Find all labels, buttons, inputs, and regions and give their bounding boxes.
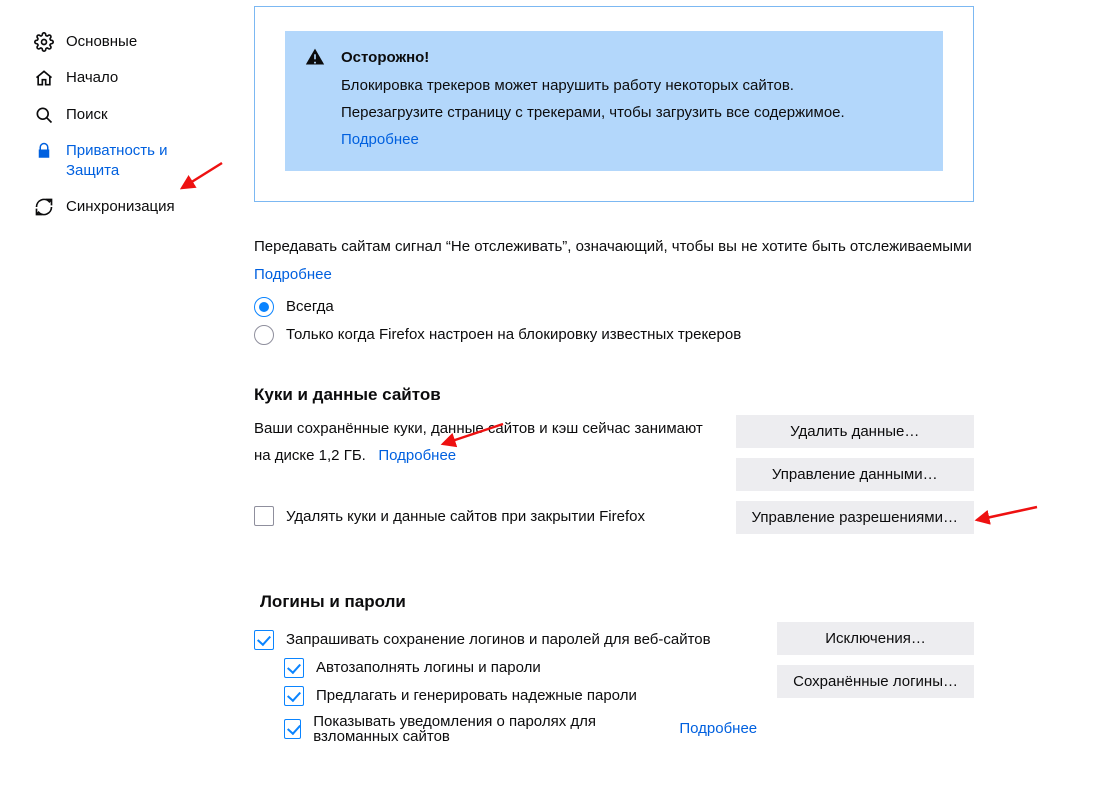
lock-icon (34, 141, 54, 161)
manage-permissions-button[interactable]: Управление разрешениями… (736, 501, 974, 534)
settings-main: Осторожно! Блокировка трекеров может нар… (254, 0, 974, 752)
generate-passwords-checkbox[interactable] (284, 686, 304, 706)
autofill-logins-checkbox[interactable] (284, 658, 304, 678)
ask-save-logins-label: Запрашивать сохранение логинов и паролей… (286, 632, 711, 647)
generate-passwords-row[interactable]: Предлагать и генерировать надежные парол… (284, 686, 757, 706)
breach-alerts-checkbox[interactable] (284, 719, 301, 739)
search-icon (34, 105, 54, 125)
sidebar-item-label: Поиск (66, 105, 224, 125)
breach-alerts-row[interactable]: Показывать уведомления о паролях для взл… (284, 714, 757, 744)
dnt-learn-more-link[interactable]: Подробнее (254, 266, 332, 283)
dnt-only-blocking-row[interactable]: Только когда Firefox настроен на блокиро… (254, 325, 974, 345)
autofill-logins-row[interactable]: Автозаполнять логины и пароли (284, 658, 757, 678)
delete-cookies-on-close-row[interactable]: Удалять куки и данные сайтов при закрыти… (254, 503, 716, 530)
settings-sidebar: Основные Начало Поиск Приватность и Защи… (0, 0, 234, 226)
sidebar-item-search[interactable]: Поиск (0, 97, 234, 133)
cookies-usage-size: 1,2 ГБ. (319, 447, 366, 464)
warning-icon (305, 47, 325, 67)
dnt-always-row[interactable]: Всегда (254, 297, 974, 317)
sidebar-item-general[interactable]: Основные (0, 24, 234, 60)
clear-data-button[interactable]: Удалить данные… (736, 415, 974, 448)
dnt-always-label: Всегда (286, 298, 334, 315)
breach-learn-more-link[interactable]: Подробнее (679, 721, 757, 736)
dnt-section: Передавать сайтам сигнал “Не отслеживать… (254, 234, 974, 345)
alert-learn-more-link[interactable]: Подробнее (341, 131, 419, 148)
sidebar-item-label: Основные (66, 32, 224, 52)
breach-alerts-label: Показывать уведомления о паролях для взл… (313, 714, 671, 744)
home-icon (34, 68, 54, 88)
sidebar-item-label: Начало (66, 68, 224, 88)
sidebar-item-home[interactable]: Начало (0, 60, 234, 96)
cookies-usage-text: Ваши сохранённые куки, данные сайтов и к… (254, 415, 716, 469)
sidebar-item-sync[interactable]: Синхронизация (0, 189, 234, 225)
delete-cookies-on-close-checkbox[interactable] (254, 506, 274, 526)
ask-save-logins-row[interactable]: Запрашивать сохранение логинов и паролей… (254, 630, 757, 650)
alert-line-1: Блокировка трекеров может нарушить работ… (341, 72, 923, 99)
alert-line-2: Перезагрузите страницу с трекерами, чтоб… (341, 99, 923, 126)
manage-data-button[interactable]: Управление данными… (736, 458, 974, 491)
dnt-always-radio[interactable] (254, 297, 274, 317)
ask-save-logins-checkbox[interactable] (254, 630, 274, 650)
dnt-only-blocking-radio[interactable] (254, 325, 274, 345)
sidebar-item-privacy[interactable]: Приватность и Защита (0, 133, 234, 190)
cookies-section: Ваши сохранённые куки, данные сайтов и к… (254, 415, 974, 538)
annotation-arrow-3 (972, 502, 1042, 530)
autofill-logins-label: Автозаполнять логины и пароли (316, 660, 541, 675)
cookies-learn-more-link[interactable]: Подробнее (378, 447, 456, 464)
tracking-alert-container: Осторожно! Блокировка трекеров может нар… (254, 6, 974, 202)
logins-section: Запрашивать сохранение логинов и паролей… (254, 622, 974, 752)
tracking-alert: Осторожно! Блокировка трекеров может нар… (285, 31, 943, 171)
sidebar-item-label: Приватность и Защита (66, 141, 224, 182)
alert-heading: Осторожно! (341, 49, 923, 66)
login-exceptions-button[interactable]: Исключения… (777, 622, 974, 655)
dnt-description: Передавать сайтам сигнал “Не отслеживать… (254, 234, 974, 260)
saved-logins-button[interactable]: Сохранённые логины… (777, 665, 974, 698)
sidebar-item-label: Синхронизация (66, 197, 224, 217)
sync-icon (34, 197, 54, 217)
dnt-only-blocking-label: Только когда Firefox настроен на блокиро… (286, 326, 741, 343)
delete-cookies-on-close-label: Удалять куки и данные сайтов при закрыти… (286, 503, 645, 530)
generate-passwords-label: Предлагать и генерировать надежные парол… (316, 688, 637, 703)
cookies-heading: Куки и данные сайтов (254, 385, 974, 405)
logins-heading: Логины и пароли (254, 592, 974, 612)
gear-icon (34, 32, 54, 52)
